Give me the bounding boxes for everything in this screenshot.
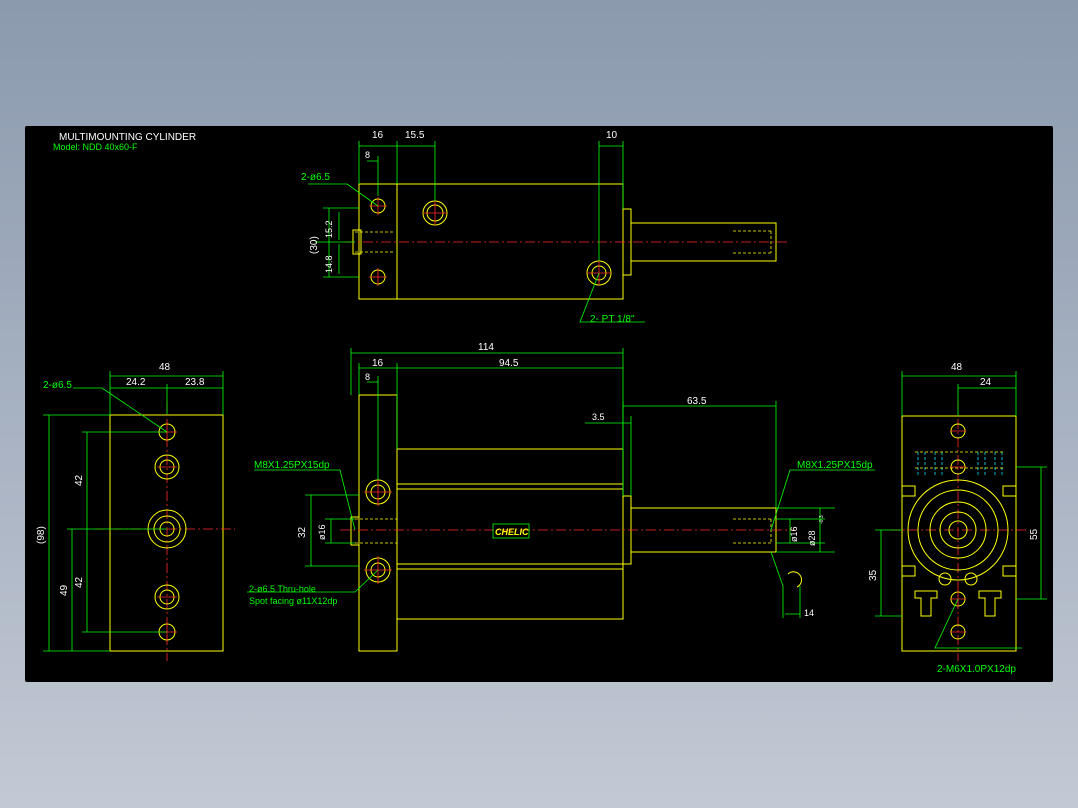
left-dim-98: (98) — [36, 526, 47, 544]
top-dim-15-5: 15.5 — [405, 130, 425, 141]
top-dim-16: 16 — [372, 130, 384, 141]
front-view: CHELIC 114 16 94.5 8 63.5 3.5 M8X1.25PX1… — [247, 342, 875, 652]
top-dim-14-8: 14.8 — [324, 255, 334, 273]
top-dims — [358, 141, 624, 261]
right-dim-24: 24 — [980, 377, 992, 388]
right-dim-55: 55 — [1029, 528, 1040, 540]
left-dim-42a: 42 — [74, 474, 85, 486]
left-dim-49: 49 — [59, 584, 70, 596]
top-dim-10: 10 — [606, 130, 618, 141]
model-label: Model: NDD 40x60-F — [53, 142, 138, 152]
chelic-logo: CHELIC — [495, 527, 529, 537]
front-left-plug — [350, 516, 360, 546]
right-plate — [901, 415, 1017, 652]
top-holes-label: 2-ø6.5 — [301, 172, 330, 183]
left-view: 48 24.2 23.8 2-ø6.5 (98) 42 49 42 — [36, 362, 235, 661]
left-dim-24-2: 24.2 — [126, 377, 146, 388]
front-thru-hole: 2-ø6.5 Thru-hole — [249, 584, 316, 594]
front-dim-16d: ø16 — [317, 524, 327, 540]
right-view: 48 24 55 35 2-M6X1.0PX12dp — [868, 362, 1047, 675]
front-dim-94-5: 94.5 — [499, 358, 519, 369]
left-dim-42b: 42 — [74, 576, 85, 588]
front-rod-dia: ø16 — [789, 526, 799, 542]
front-dim-114: 114 — [478, 342, 494, 353]
top-port-label: 2- PT 1/8" — [590, 314, 635, 325]
front-dim-8: 8 — [365, 372, 370, 382]
top-view: 16 15.5 10 8 2-ø6.5 15.2 (30) 14.8 2- PT… — [301, 130, 787, 325]
left-plate — [109, 414, 224, 652]
left-dim-23-8: 23.8 — [185, 377, 205, 388]
drawing-canvas: MULTIMOUNTING CYLINDER Model: NDD 40x60-… — [36, 130, 1047, 675]
front-dim-3-5: 3.5 — [592, 412, 605, 422]
top-dim-30: (30) — [309, 236, 320, 254]
left-holes-label: 2-ø6.5 — [43, 380, 72, 391]
front-dim-16: 16 — [372, 358, 384, 369]
right-tap-label: 2-M6X1.0PX12dp — [937, 664, 1016, 675]
front-spot-facing: Spot facing ø11X12dp — [249, 596, 337, 606]
top-dim-15-2: 15.2 — [324, 220, 334, 238]
left-dim-48: 48 — [159, 362, 171, 373]
front-dim-14: 14 — [804, 608, 814, 618]
cad-viewport[interactable]: MULTIMOUNTING CYLINDER Model: NDD 40x60-… — [25, 126, 1053, 682]
front-dim-63-5: 63.5 — [687, 396, 707, 407]
front-thread-left: M8X1.25PX15dp — [254, 460, 330, 471]
front-bore: ø28 — [807, 530, 817, 546]
front-dim-32: 32 — [297, 526, 308, 538]
right-dim-48: 48 — [951, 362, 963, 373]
front-thread-right: M8X1.25PX15dp — [797, 460, 873, 471]
right-dim-35: 35 — [868, 569, 879, 581]
front-bore-tol: -0.3 — [819, 515, 825, 524]
top-dim-8: 8 — [365, 150, 370, 160]
